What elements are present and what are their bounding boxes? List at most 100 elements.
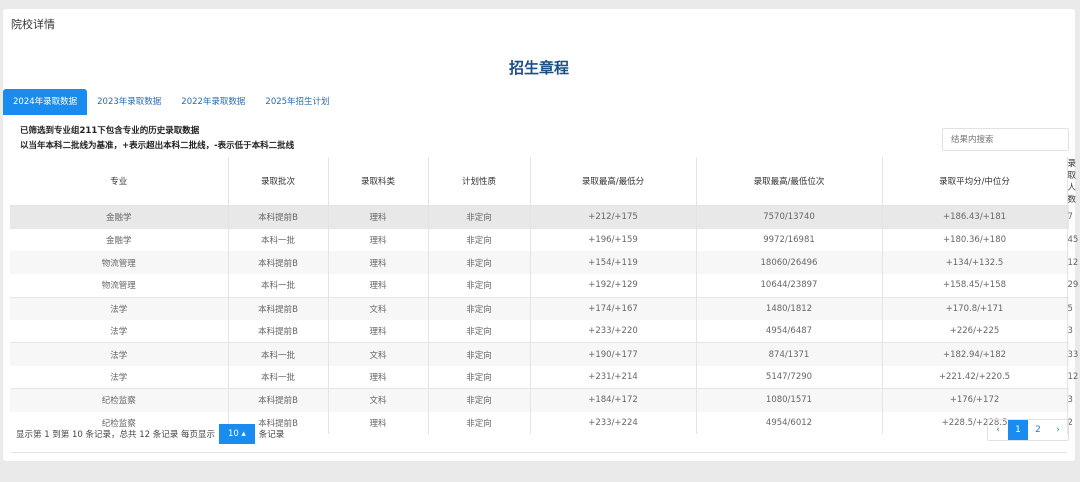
table-cell: 5147/7290: [695, 365, 882, 389]
table-cell: 1480/1812: [695, 296, 882, 320]
table-cell: +192/+129: [529, 274, 696, 298]
table-cell: 29: [1066, 274, 1078, 298]
table-cell: 文科: [327, 296, 428, 320]
table-cell: 3: [1066, 319, 1073, 343]
table-cell: 1080/1571: [695, 388, 882, 412]
admission-table: 专业 录取批次 录取科类 计划性质 录取最高/最低分 录取最高/最低位次 录取平均分/中位分…: [10, 157, 1078, 435]
table-cell: 45: [1066, 227, 1078, 252]
table-cell: 金融学: [105, 212, 132, 223]
table-cell: 12: [1066, 365, 1078, 389]
page-2-button[interactable]: 2: [1028, 420, 1048, 440]
column-header[interactable]: 录取最高/最低分: [529, 157, 696, 206]
column-header[interactable]: 录取批次: [227, 157, 328, 206]
column-header[interactable]: 计划性质: [427, 157, 530, 206]
table-cell: 非定向: [427, 342, 530, 366]
table-row[interactable]: 物流管理 本科一批 理科 非定向 +192/+129 10644/23897 +158.45…: [10, 274, 1078, 298]
tab-2022[interactable]: 2022年录取数据: [171, 89, 255, 115]
table-cell: 874/1371: [695, 342, 882, 366]
table-cell: +184/+172: [529, 388, 696, 412]
column-header[interactable]: 专业: [10, 157, 228, 206]
column-header[interactable]: 录取平均分/中位分: [881, 157, 1067, 206]
table-cell: +231/+214: [529, 365, 696, 389]
table-row[interactable]: 法学 本科提前B 理科 非定向 +233/+220 4954/6487 +226/+225 3: [10, 319, 1073, 343]
table-row[interactable]: 法学 本科一批 理科 非定向 +231/+214 5147/7290 +221.42/+22…: [10, 365, 1078, 389]
table-cell: 文科: [327, 342, 428, 366]
table-cell: 本科一批: [227, 227, 328, 252]
table-cell: +190/+177: [529, 342, 696, 366]
records-suffix: 条记录: [258, 430, 285, 440]
table-cell: 7: [1066, 205, 1073, 229]
table-cell: +196/+159: [529, 227, 696, 252]
table-cell: 理科: [327, 411, 428, 435]
table-cell: 7570/13740: [695, 205, 882, 229]
table-row[interactable]: 金融学 本科提前B 理科 非定向 +212/+175 7570/13740 +186.43/…: [10, 205, 1073, 229]
table-cell: 文科: [327, 388, 428, 412]
table-row[interactable]: 法学 本科提前B 文科 非定向 +174/+167 1480/1812 +170.8/+17…: [10, 296, 1073, 320]
table-cell: 理科: [327, 205, 428, 229]
table-cell: 非定向: [427, 205, 530, 229]
column-header[interactable]: 录取最高/最低位次: [695, 157, 882, 206]
table-cell: 3: [1066, 388, 1073, 412]
table-cell: +154/+119: [529, 251, 696, 275]
tab-2023[interactable]: 2023年录取数据: [87, 89, 171, 115]
table-cell: 非定向: [427, 227, 530, 252]
pagination-info: 显示第 1 到第 10 条记录，总共 12 条记录 每页显示 10 ▴ 条记录: [16, 424, 284, 444]
table-cell: 非定向: [427, 411, 530, 435]
year-tabs: 2024年录取数据 2023年录取数据 2022年录取数据 2025年招生计划: [3, 89, 340, 115]
table-cell: +212/+175: [529, 205, 696, 229]
table-cell: 理科: [327, 319, 428, 343]
table-row[interactable]: 纪检监察 本科提前B 文科 非定向 +184/+172 1080/1571 +176/+17…: [10, 388, 1073, 412]
baseline-note: 以当年本科二批线为基准，+表示超出本科二批线，-表示低于本科二批线: [20, 141, 295, 151]
table-cell: +233/+224: [529, 411, 696, 435]
column-header[interactable]: 录取科类: [327, 157, 428, 206]
tab-2025-plan[interactable]: 2025年招生计划: [255, 89, 339, 115]
table-cell: 4954/6012: [695, 411, 882, 435]
table-cell: 本科一批: [227, 365, 328, 389]
table-cell: 纪检监察: [10, 388, 228, 412]
table-cell: 本科提前B: [227, 296, 328, 320]
divider: [11, 452, 1067, 453]
table-cell: 本科一批: [227, 274, 328, 298]
table-cell: 18060/26496: [695, 251, 882, 275]
table-row[interactable]: 物流管理 本科提前B 理科 非定向 +154/+119 18060/26496 +134/+…: [10, 251, 1078, 275]
table-cell: 金融学: [10, 227, 228, 252]
table-cell: 非定向: [427, 365, 530, 389]
page-1-button[interactable]: 1: [1008, 420, 1028, 440]
header-title: 院校详情: [11, 18, 55, 31]
table-cell: 5: [1066, 296, 1073, 320]
school-detail-card: 院校详情 招生章程 2024年录取数据 2023年录取数据 2022年录取数据 …: [3, 9, 1078, 461]
table-cell: 非定向: [427, 296, 530, 320]
table-cell: 非定向: [427, 251, 530, 275]
page-size-dropdown[interactable]: 10 ▴: [218, 424, 255, 444]
next-page-button[interactable]: ›: [1048, 420, 1068, 440]
table-row[interactable]: 金融学 本科一批 理科 非定向 +196/+159 9972/16981 +180.36/+…: [10, 227, 1078, 252]
table-cell: 非定向: [427, 274, 530, 298]
search-input[interactable]: [942, 128, 1069, 151]
table-cell: 本科提前B: [227, 251, 328, 275]
table-cell: 法学: [10, 296, 228, 320]
table-cell: +221.42/+220.5: [881, 365, 1067, 389]
tab-2024[interactable]: 2024年录取数据: [3, 89, 88, 115]
table-cell: +158.45/+158: [881, 274, 1067, 298]
table-cell: 理科: [327, 365, 428, 389]
table-cell: 9972/16981: [695, 227, 882, 252]
prev-page-button[interactable]: ‹: [988, 420, 1008, 440]
table-cell: 物流管理: [101, 281, 136, 292]
table-cell: +226/+225: [881, 319, 1067, 343]
table-cell: 法学: [10, 342, 228, 366]
column-header[interactable]: 录取人数: [1066, 157, 1076, 206]
table-cell: 理科: [327, 227, 428, 252]
table-cell: 本科提前B: [227, 388, 328, 412]
table-cell: 本科提前B: [227, 319, 328, 343]
filter-note: 已筛选到专业组211下包含专业的历史录取数据: [20, 126, 200, 136]
table-cell: 本科提前B: [227, 205, 328, 229]
table-cell: +182.94/+182: [881, 342, 1067, 366]
table-cell: +186.43/+181: [881, 205, 1067, 229]
table-cell: 非定向: [427, 319, 530, 343]
table-row[interactable]: 法学 本科一批 文科 非定向 +190/+177 874/1371 +182.94/+182…: [10, 342, 1078, 366]
page-title: 招生章程: [508, 59, 569, 77]
table-cell: 12: [1066, 251, 1078, 275]
table-cell: 4954/6487: [695, 319, 882, 343]
table-cell: +176/+172: [881, 388, 1067, 412]
pagination: ‹ 1 2 ›: [987, 419, 1069, 441]
